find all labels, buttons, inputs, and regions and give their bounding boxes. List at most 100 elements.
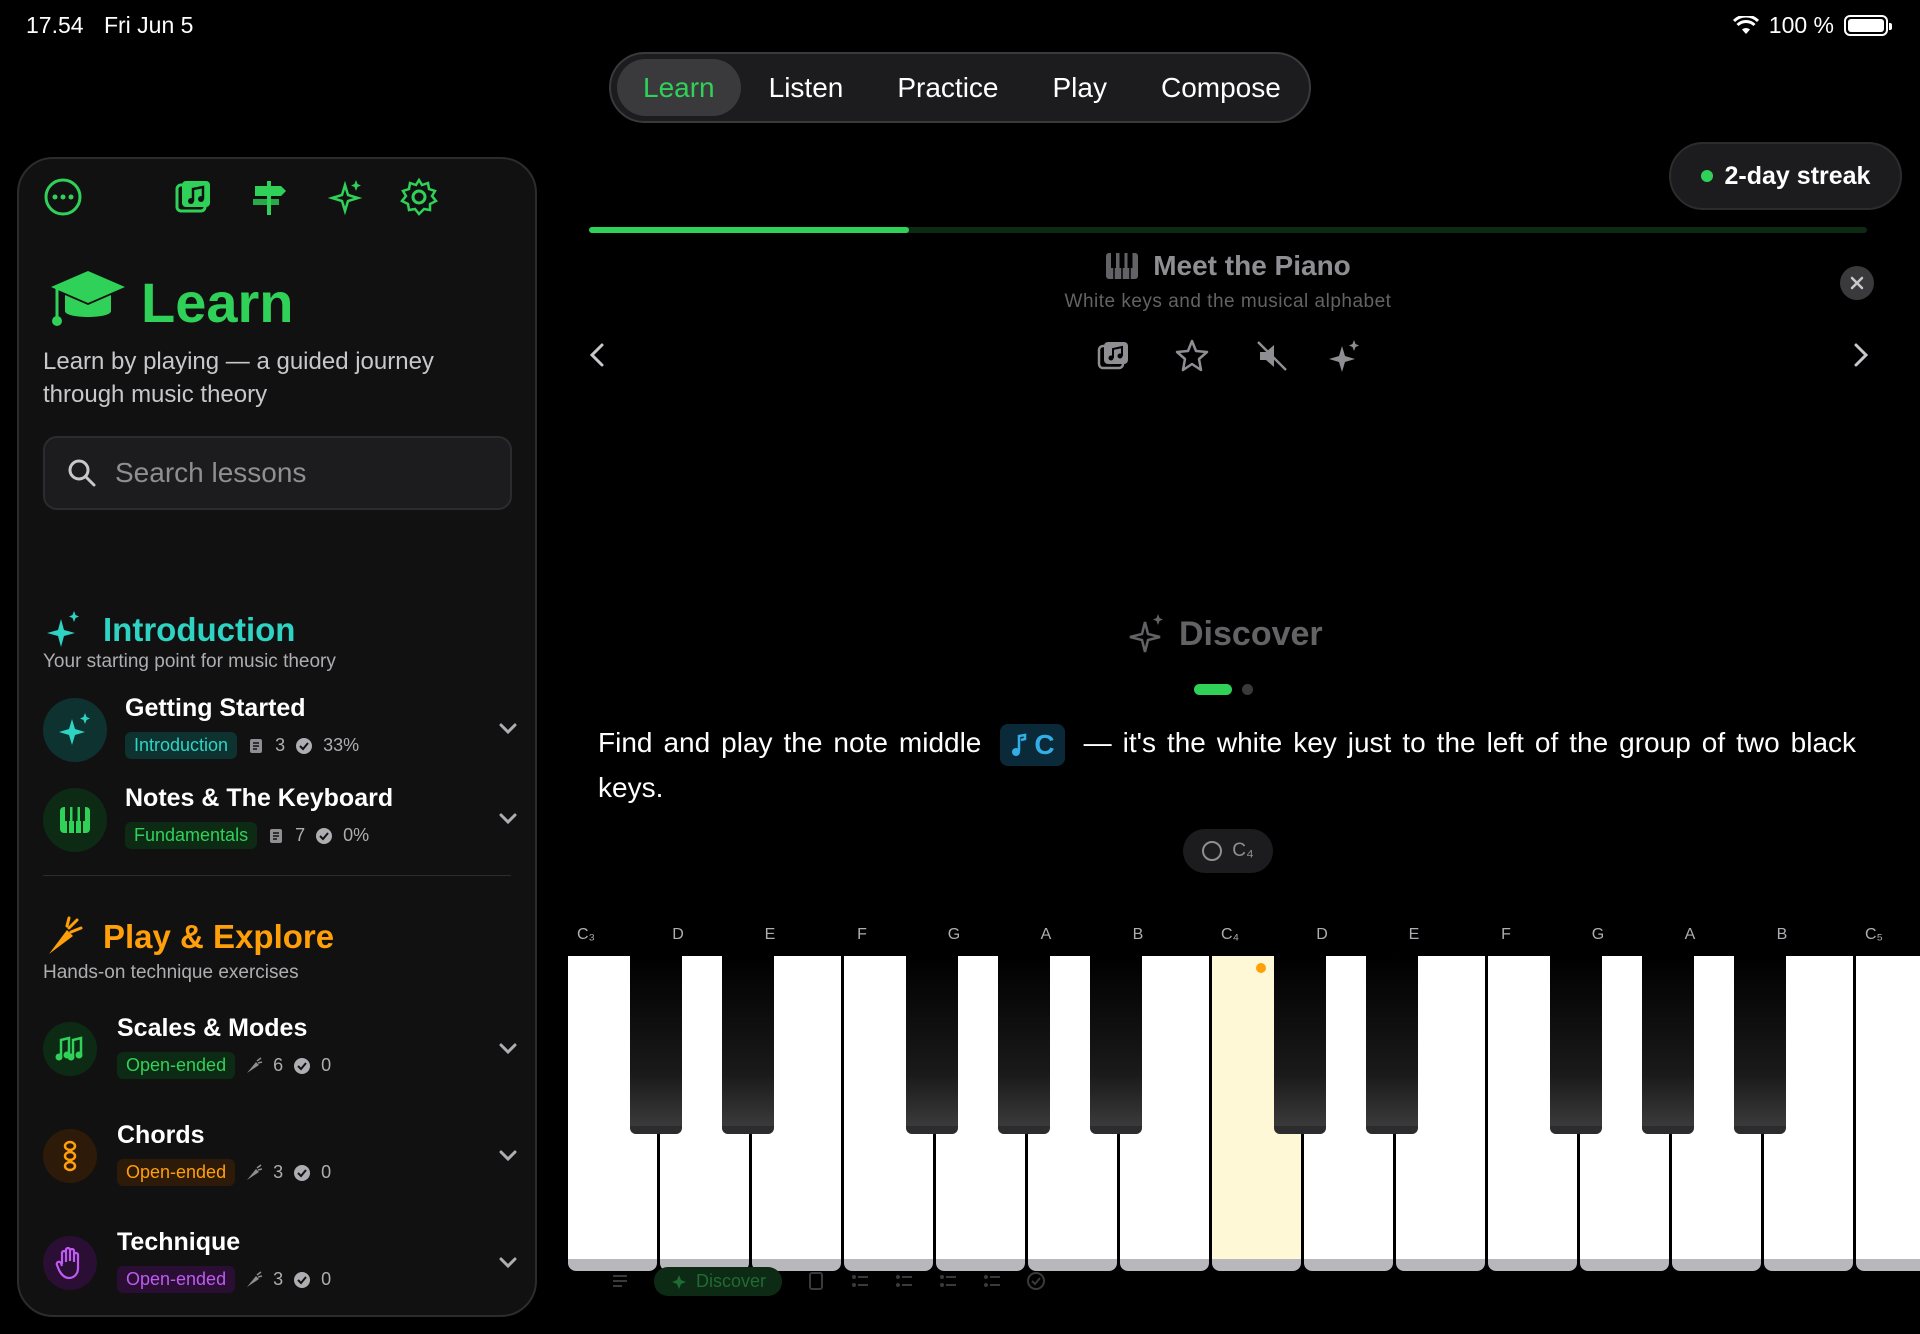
- page-indicator-active[interactable]: [1194, 684, 1232, 695]
- key-label: B: [1776, 926, 1788, 943]
- key-label: A: [1684, 926, 1696, 943]
- key-label: D: [672, 926, 684, 943]
- music-library-icon[interactable]: [1096, 338, 1132, 374]
- checkmark-circle-icon: [296, 737, 313, 754]
- piano-keys-icon: [43, 788, 107, 852]
- category-badge: Open-ended: [117, 1052, 236, 1079]
- progress-percent: 33%: [323, 735, 360, 755]
- search-input[interactable]: [115, 457, 495, 489]
- chevron-down-icon[interactable]: [493, 1141, 523, 1171]
- page-subtitle: Learn by playing — a guided journey thro…: [43, 348, 434, 408]
- chevron-down-icon[interactable]: [493, 1248, 523, 1278]
- exercise-count: 6: [273, 1055, 284, 1075]
- tab-practice[interactable]: Practice: [871, 59, 1024, 116]
- page-indicator[interactable]: [1242, 684, 1253, 695]
- category-badge: Open-ended: [117, 1159, 236, 1186]
- checkmark-circle-icon: [294, 1271, 311, 1288]
- document-icon: [250, 738, 263, 753]
- key-labels: C₃ D E F G A B C₄ D E F G A B C₅: [570, 926, 1920, 950]
- mute-speaker-icon[interactable]: [1254, 338, 1290, 374]
- highlight-marker: [1256, 963, 1266, 973]
- lesson-group-meta: Open-ended 3 0: [117, 1159, 331, 1186]
- lesson-group-meta: Open-ended 3 0: [117, 1266, 331, 1293]
- book-icon[interactable]: [806, 1271, 826, 1291]
- settings-gear-icon[interactable]: [395, 173, 443, 221]
- star-icon[interactable]: [1174, 338, 1210, 374]
- sparkles-icon[interactable]: [1326, 338, 1362, 374]
- step-discover-label: Discover: [696, 1270, 767, 1291]
- search-bar[interactable]: [43, 436, 512, 510]
- lesson-group-notes-keyboard[interactable]: Notes & The Keyboard Fundamentals 7 0%: [43, 784, 523, 856]
- next-step-chevron-icon[interactable]: [1842, 337, 1878, 373]
- signpost-icon[interactable]: [245, 173, 293, 221]
- black-key[interactable]: [1734, 956, 1786, 1134]
- section-subtitle: Your starting point for music theory: [43, 651, 336, 672]
- instruction-pre: Find and play the note middle: [598, 727, 982, 758]
- more-icon[interactable]: [39, 173, 87, 221]
- key-label: B: [1132, 926, 1144, 943]
- music-notes-icon: [43, 1022, 97, 1076]
- black-key[interactable]: [722, 956, 774, 1134]
- graduation-cap-icon: [51, 271, 125, 326]
- lesson-group-name: Chords: [117, 1121, 205, 1149]
- document-icon: [270, 828, 283, 843]
- chevron-down-icon[interactable]: [493, 1034, 523, 1064]
- lesson-group-technique[interactable]: Technique Open-ended 3 0: [43, 1228, 523, 1300]
- checklist-icon[interactable]: [982, 1271, 1002, 1291]
- category-badge: Fundamentals: [125, 822, 258, 849]
- close-icon: [1850, 276, 1864, 290]
- streak-badge[interactable]: 2-day streak: [1669, 142, 1902, 210]
- black-key[interactable]: [1274, 956, 1326, 1134]
- sparkles-icon: [1129, 614, 1163, 653]
- tab-learn[interactable]: Learn: [617, 59, 741, 116]
- chord-notes-icon: [43, 1129, 97, 1183]
- lesson-subtitle: White keys and the musical alphabet: [1064, 291, 1392, 312]
- section-title: Play & Explore: [103, 918, 335, 955]
- list-icon[interactable]: [610, 1271, 630, 1291]
- lesson-title-text: Meet the Piano: [1153, 250, 1351, 281]
- lesson-step-bar: Discover: [610, 1266, 1130, 1296]
- key-label: G: [947, 926, 961, 943]
- white-key[interactable]: [1856, 956, 1920, 1271]
- status-bar-left: 17.54 Fri Jun 5: [26, 12, 207, 39]
- key-label: C₄: [1220, 926, 1240, 943]
- black-key[interactable]: [1642, 956, 1694, 1134]
- black-key[interactable]: [998, 956, 1050, 1134]
- chevron-down-icon[interactable]: [493, 804, 523, 834]
- sidebar: Learn Learn by playing — a guided journe…: [17, 157, 537, 1317]
- key-label: C₃: [576, 926, 596, 943]
- chevron-down-icon[interactable]: [493, 714, 523, 744]
- tab-compose[interactable]: Compose: [1135, 59, 1307, 116]
- close-lesson-button[interactable]: [1840, 266, 1874, 300]
- exercise-count: 3: [273, 1269, 284, 1289]
- lesson-group-getting-started[interactable]: Getting Started Introduction 3 33%: [43, 694, 523, 766]
- note-chip[interactable]: C: [1000, 723, 1065, 766]
- checklist-icon[interactable]: [850, 1271, 870, 1291]
- lesson-group-scales-modes[interactable]: Scales & Modes Open-ended 6 0: [43, 1014, 523, 1086]
- note-name: C: [1034, 728, 1055, 760]
- black-key[interactable]: [1366, 956, 1418, 1134]
- black-key[interactable]: [1090, 956, 1142, 1134]
- status-date: Fri Jun 5: [103, 12, 194, 38]
- step-title: Discover: [1179, 614, 1323, 653]
- tab-listen[interactable]: Listen: [743, 59, 870, 116]
- lesson-toolbar: [1096, 338, 1359, 374]
- checkmark-circle-icon[interactable]: [1026, 1271, 1046, 1291]
- hand-icon: [43, 1236, 97, 1290]
- previous-step-chevron-icon[interactable]: [580, 337, 616, 373]
- mode-tab-bar: Learn Listen Practice Play Compose: [609, 52, 1311, 123]
- black-key[interactable]: [906, 956, 958, 1134]
- sparkles-icon[interactable]: [321, 173, 369, 221]
- music-library-icon[interactable]: [169, 173, 217, 221]
- black-key[interactable]: [630, 956, 682, 1134]
- tab-play[interactable]: Play: [1027, 59, 1133, 116]
- black-key[interactable]: [1550, 956, 1602, 1134]
- carrot-icon: [247, 1163, 263, 1180]
- sidebar-toolbar: [39, 173, 515, 225]
- checklist-icon[interactable]: [938, 1271, 958, 1291]
- checklist-icon[interactable]: [894, 1271, 914, 1291]
- step-discover[interactable]: Discover: [654, 1266, 783, 1296]
- lesson-group-chords[interactable]: Chords Open-ended 3 0: [43, 1121, 523, 1193]
- lesson-group-name: Getting Started: [125, 694, 306, 722]
- carrot-icon: [247, 1056, 263, 1073]
